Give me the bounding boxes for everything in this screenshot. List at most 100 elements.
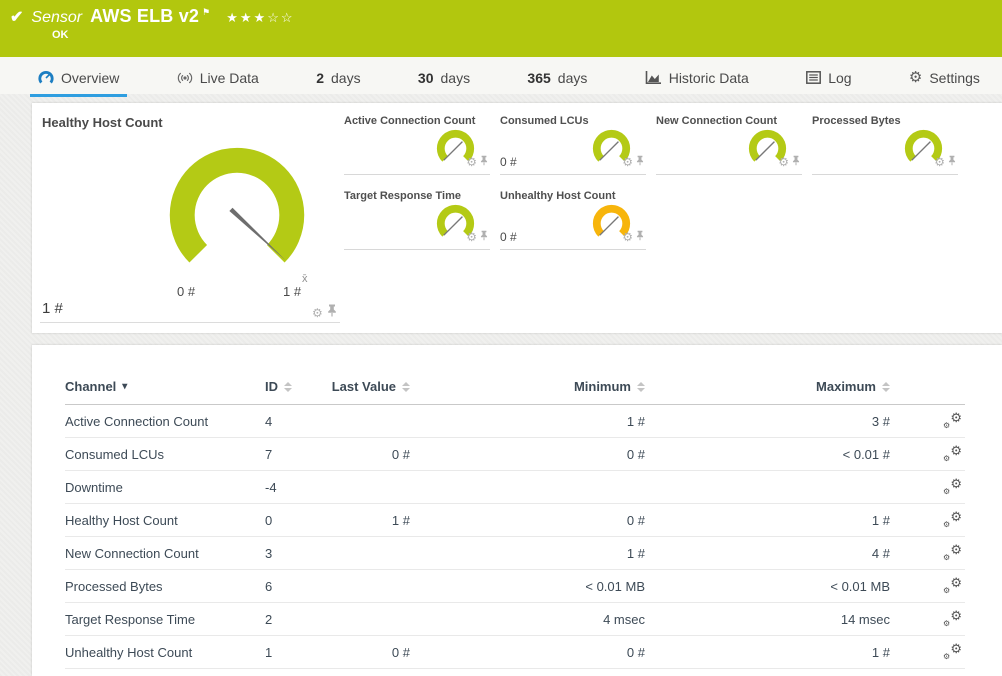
table-row: Unhealthy Host Count 1 0 # 0 # 1 # ⚙ ⚙ bbox=[65, 636, 965, 669]
column-header-maximum[interactable]: Maximum bbox=[645, 379, 890, 394]
channel-name[interactable]: Target Response Time bbox=[65, 612, 265, 627]
table-row: New Connection Count 3 1 # 4 # ⚙ ⚙ bbox=[65, 537, 965, 570]
tab-label: days bbox=[557, 69, 588, 86]
small-gauge-value: 0 # bbox=[500, 155, 517, 169]
object-kind-label: Sensor bbox=[31, 9, 83, 26]
edit-channel-settings-icon[interactable]: ⚙ ⚙ bbox=[943, 510, 962, 529]
tab-historic-data[interactable]: Historic Data bbox=[637, 57, 757, 97]
gauge-settings-gear-icon[interactable]: ⚙ bbox=[466, 156, 477, 168]
gauge-settings-gear-icon[interactable]: ⚙ bbox=[312, 307, 323, 319]
channel-name[interactable]: Active Connection Count bbox=[65, 414, 265, 429]
channel-last-value: 0 # bbox=[391, 644, 410, 660]
channel-name[interactable]: Healthy Host Count bbox=[65, 513, 265, 528]
tab-settings[interactable]: ⚙ Settings bbox=[901, 57, 988, 97]
tab-bar: Overview Live Data 2 days 30 days 365 da… bbox=[0, 57, 1002, 97]
edit-channel-settings-icon[interactable]: ⚙ ⚙ bbox=[943, 543, 962, 562]
channel-name[interactable]: New Connection Count bbox=[65, 546, 265, 561]
channel-name[interactable]: Processed Bytes bbox=[65, 579, 265, 594]
channel-maximum: < 0.01 MB bbox=[830, 578, 890, 594]
edit-channel-settings-icon[interactable]: ⚙ ⚙ bbox=[943, 576, 962, 595]
column-header-minimum[interactable]: Minimum bbox=[410, 379, 645, 394]
edit-channel-settings-icon[interactable]: ⚙ ⚙ bbox=[943, 411, 962, 430]
column-header-label: Maximum bbox=[816, 379, 876, 394]
tab-log[interactable]: Log bbox=[798, 57, 859, 97]
channel-minimum: 0 # bbox=[626, 644, 645, 660]
channel-maximum: 1 # bbox=[871, 512, 890, 528]
gauge-settings-gear-icon[interactable]: ⚙ bbox=[934, 156, 945, 168]
pin-icon[interactable] bbox=[480, 153, 488, 171]
tab-number: 365 bbox=[527, 69, 551, 86]
small-gauges-grid: Active Connection Count ⚙ Consumed LCUs … bbox=[344, 113, 976, 263]
column-header-channel[interactable]: Channel ▾ bbox=[65, 379, 265, 394]
gauge-settings-gear-icon[interactable]: ⚙ bbox=[622, 156, 633, 168]
pin-icon[interactable] bbox=[327, 304, 337, 322]
small-gauge-value: 0 # bbox=[500, 230, 517, 244]
small-gauge-unhealthy-host-count[interactable]: Unhealthy Host Count 0 # ⚙ bbox=[500, 188, 646, 250]
column-header-label: ID bbox=[265, 379, 278, 394]
channel-maximum: < 0.01 # bbox=[842, 446, 890, 462]
channel-name[interactable]: Consumed LCUs bbox=[65, 447, 265, 462]
tab-label: Log bbox=[828, 69, 852, 86]
main-gauge-value: 1 # bbox=[42, 300, 63, 317]
table-row: Consumed LCUs 7 0 # 0 # < 0.01 # ⚙ ⚙ bbox=[65, 438, 965, 471]
priority-rating[interactable]: ★★★☆☆ bbox=[226, 10, 294, 26]
gauge-settings-gear-icon[interactable]: ⚙ bbox=[778, 156, 789, 168]
small-gauge-target-response-time[interactable]: Target Response Time ⚙ bbox=[344, 188, 490, 250]
gauge-settings-gear-icon[interactable]: ⚙ bbox=[466, 231, 477, 243]
column-header-id[interactable]: ID bbox=[265, 379, 310, 394]
channel-table-card: Channel ▾ ID Last Value Minimum Maximum bbox=[32, 345, 1002, 676]
channel-minimum: 1 # bbox=[626, 545, 645, 561]
channel-name[interactable]: Unhealthy Host Count bbox=[65, 645, 265, 660]
gauge-icon bbox=[38, 70, 54, 85]
channel-id: 0 bbox=[265, 512, 273, 528]
pin-icon[interactable] bbox=[480, 228, 488, 246]
sort-desc-icon: ▾ bbox=[122, 381, 128, 392]
sort-icon bbox=[284, 381, 292, 392]
pin-icon[interactable] bbox=[792, 153, 800, 171]
tab-live-data[interactable]: Live Data bbox=[169, 57, 267, 97]
edit-channel-settings-icon[interactable]: ⚙ ⚙ bbox=[943, 444, 962, 463]
gauge-min-label: 0 # bbox=[177, 284, 196, 299]
sort-icon bbox=[402, 381, 410, 392]
broadcast-icon bbox=[177, 71, 193, 85]
status-badge: OK bbox=[52, 29, 69, 41]
pin-icon[interactable] bbox=[948, 153, 956, 171]
channel-id: -4 bbox=[265, 479, 277, 495]
divider bbox=[40, 322, 340, 323]
healthy-host-count-gauge bbox=[169, 147, 305, 263]
channel-id: 6 bbox=[265, 578, 273, 594]
sort-icon bbox=[637, 381, 645, 392]
sort-icon bbox=[882, 381, 890, 392]
table-row: Healthy Host Count 0 1 # 0 # 1 # ⚙ ⚙ bbox=[65, 504, 965, 537]
edit-channel-settings-icon[interactable]: ⚙ ⚙ bbox=[943, 477, 962, 496]
channel-name[interactable]: Downtime bbox=[65, 480, 265, 495]
channel-id: 2 bbox=[265, 611, 273, 627]
small-gauge-consumed-lcus[interactable]: Consumed LCUs 0 # ⚙ bbox=[500, 113, 646, 175]
small-gauge-title: Consumed LCUs bbox=[500, 115, 589, 127]
table-header-row: Channel ▾ ID Last Value Minimum Maximum bbox=[65, 379, 965, 405]
sensor-overview-page: ✔ Sensor AWS ELB v2 ⚑ ★★★☆☆ OK Overview … bbox=[0, 0, 1002, 676]
flag-icon[interactable]: ⚑ bbox=[202, 7, 210, 18]
channel-maximum: 14 msec bbox=[840, 611, 890, 627]
tab-number: 2 bbox=[316, 69, 324, 86]
column-header-last-value[interactable]: Last Value bbox=[310, 379, 410, 394]
small-gauge-processed-bytes[interactable]: Processed Bytes ⚙ bbox=[812, 113, 958, 175]
tab-label: days bbox=[331, 69, 361, 86]
tab-overview[interactable]: Overview bbox=[30, 57, 128, 97]
tab-label: Overview bbox=[61, 69, 120, 86]
pin-icon[interactable] bbox=[636, 153, 644, 171]
edit-channel-settings-icon[interactable]: ⚙ ⚙ bbox=[943, 609, 962, 628]
edit-channel-settings-icon[interactable]: ⚙ ⚙ bbox=[943, 642, 962, 661]
pin-icon[interactable] bbox=[636, 228, 644, 246]
small-gauge-active-connection-count[interactable]: Active Connection Count ⚙ bbox=[344, 113, 490, 175]
stars-empty[interactable]: ☆☆ bbox=[267, 10, 294, 25]
gauge-settings-gear-icon[interactable]: ⚙ bbox=[622, 231, 633, 243]
tab-2-days[interactable]: 2 days bbox=[308, 57, 368, 97]
tab-30-days[interactable]: 30 days bbox=[410, 57, 478, 97]
channel-maximum: 3 # bbox=[871, 413, 890, 429]
tab-365-days[interactable]: 365 days bbox=[519, 57, 595, 97]
small-gauge-new-connection-count[interactable]: New Connection Count ⚙ bbox=[656, 113, 802, 175]
stars-filled[interactable]: ★★★ bbox=[226, 10, 267, 25]
channel-maximum: 4 # bbox=[871, 545, 890, 561]
area-chart-icon bbox=[645, 70, 662, 85]
